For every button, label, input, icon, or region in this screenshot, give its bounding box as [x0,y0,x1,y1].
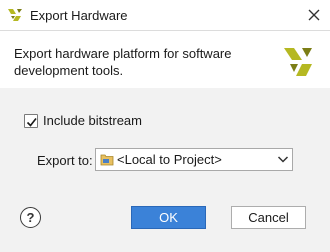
ok-button[interactable]: OK [131,206,206,229]
include-bitstream-checkbox[interactable] [24,114,38,128]
window-title: Export Hardware [30,8,128,23]
help-button[interactable]: ? [20,207,41,228]
export-to-value: <Local to Project> [117,152,222,167]
checkmark-icon [26,118,37,127]
folder-icon [100,154,114,166]
cancel-button[interactable]: Cancel [231,206,306,229]
chevron-down-icon [277,156,289,163]
xilinx-logo-icon [284,48,312,76]
include-bitstream-label: Include bitstream [43,113,142,128]
dialog-description: Export hardware platform for software de… [14,46,232,78]
export-to-dropdown[interactable]: <Local to Project> [95,148,293,171]
title-bar: Export Hardware [0,0,330,31]
close-icon[interactable] [305,6,323,24]
export-to-label: Export to: [37,153,93,168]
xilinx-logo-icon [8,9,22,21]
header-panel: Export hardware platform for software de… [0,32,330,88]
options-panel: Include bitstream Export to: <Local to P… [0,88,330,252]
